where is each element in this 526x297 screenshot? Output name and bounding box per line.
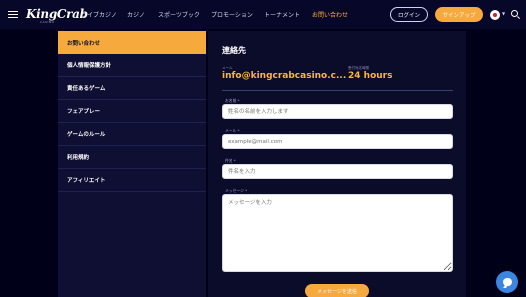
nav-tournaments[interactable]: トーナメント (264, 10, 300, 19)
site-logo[interactable]: KingCrab (26, 7, 88, 21)
japan-flag-icon[interactable] (490, 10, 500, 20)
sidebar-item-fair-play[interactable]: フェアプレー (58, 100, 206, 123)
search-icon[interactable] (511, 10, 518, 17)
contact-panel: 連絡先 メール info@kingcrabcasino.c... 受付対応時間 … (208, 31, 466, 297)
message-textarea[interactable] (222, 194, 453, 272)
nav-casino[interactable]: カジノ (127, 10, 145, 19)
divider (222, 90, 453, 91)
sidebar-item-affiliate[interactable]: アフィリエイト (58, 169, 206, 192)
login-button[interactable]: ログイン (390, 7, 428, 22)
site-logo-sub: CASINO (40, 20, 55, 24)
signup-button[interactable]: サインアップ (435, 7, 483, 22)
page-title: 連絡先 (222, 46, 246, 55)
subject-input[interactable] (222, 164, 453, 179)
sidebar-item-privacy[interactable]: 個人情報保護方針 (58, 54, 206, 77)
sidebar-item-terms[interactable]: 利用規約 (58, 146, 206, 169)
send-message-button[interactable]: メッセージを送信 (305, 284, 369, 297)
nav-live-casino[interactable]: ライブカジノ (81, 10, 117, 19)
name-input[interactable] (222, 104, 453, 119)
email-input[interactable] (222, 134, 453, 149)
sidebar-item-responsible-gaming[interactable]: 責任あるゲーム (58, 77, 206, 100)
nav-contact[interactable]: お問い合わせ (312, 10, 348, 19)
hamburger-menu-icon[interactable] (8, 11, 18, 20)
nav-promotions[interactable]: プロモーション (211, 10, 253, 19)
chat-icon[interactable] (496, 271, 518, 293)
sidebar-item-game-rules[interactable]: ゲームのルール (58, 123, 206, 146)
sidebar-item-contact[interactable]: お問い合わせ (58, 31, 206, 54)
email-info-value[interactable]: info@kingcrabcasino.c... (222, 71, 346, 81)
chevron-down-icon[interactable]: ▼ (502, 11, 505, 16)
sidebar: お問い合わせ 個人情報保護方針 責任あるゲーム フェアプレー ゲームのルール 利… (58, 31, 206, 297)
hours-info-value: 24 hours (348, 71, 393, 81)
top-header: KingCrab CASINO ライブカジノ カジノ スポーツブック プロモーシ… (0, 0, 526, 29)
nav-sportsbook[interactable]: スポーツブック (158, 10, 200, 19)
